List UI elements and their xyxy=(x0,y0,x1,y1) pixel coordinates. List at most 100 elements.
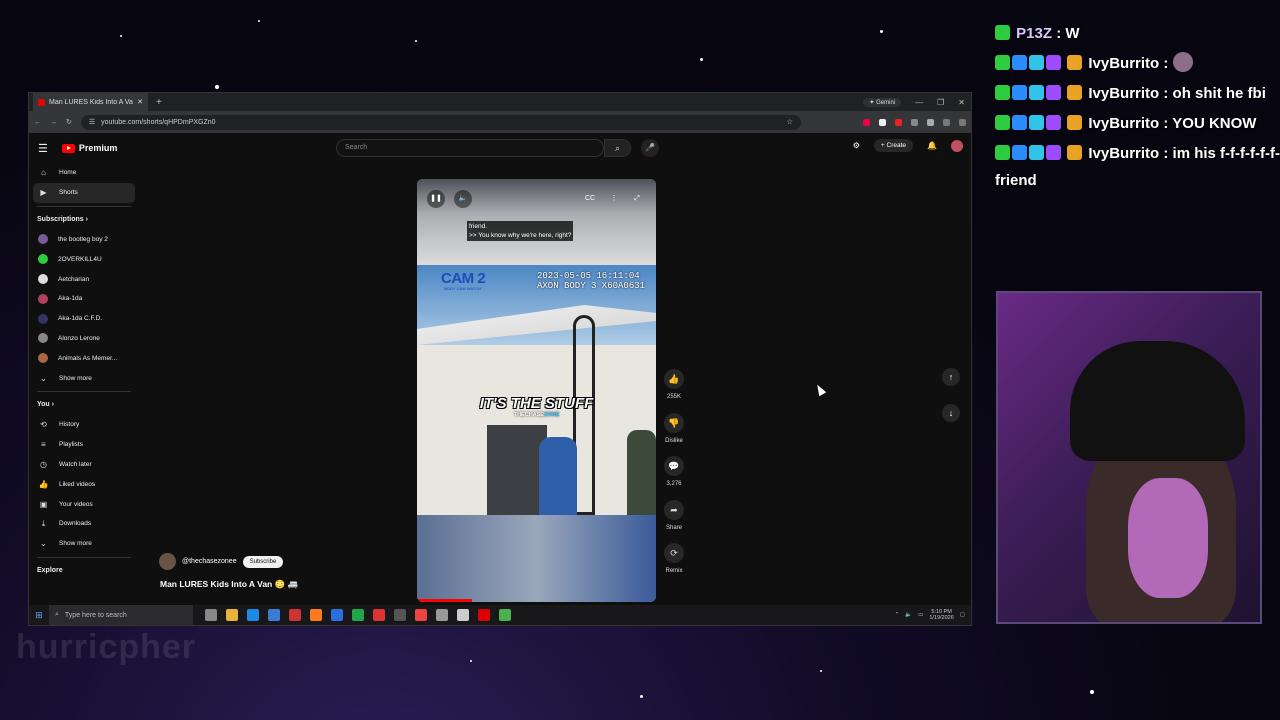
file-explorer-icon[interactable] xyxy=(226,609,238,621)
sidebar-item-watch-later[interactable]: ◷ Watch later xyxy=(29,455,139,475)
sidebar-item-label: Home xyxy=(59,169,77,177)
url-field[interactable]: ☰ youtube.com/shorts/qHPDmPXGZn0 ☆ xyxy=(80,114,801,130)
search-button[interactable]: ⌕ xyxy=(604,139,631,157)
extension-icon[interactable] xyxy=(863,118,870,126)
tray-chevron-icon[interactable]: ⌃ xyxy=(895,612,900,618)
channel-avatar[interactable] xyxy=(159,553,176,570)
badge-icon xyxy=(1029,55,1044,70)
sidebar-item-playlists[interactable]: ≡ Playlists xyxy=(29,435,139,455)
app-icon[interactable] xyxy=(457,609,469,621)
sidebar-item-home[interactable]: ⌂ Home xyxy=(29,163,139,183)
youtube-logo[interactable]: Premium xyxy=(61,143,117,153)
store-icon[interactable] xyxy=(268,609,280,621)
close-window-icon[interactable]: ✕ xyxy=(958,98,965,107)
previous-short-icon[interactable]: ↑ xyxy=(942,368,960,386)
subscription-item[interactable]: Alonzo Lerone xyxy=(29,329,139,349)
remix-icon[interactable]: ⟳ xyxy=(664,543,684,564)
you-title: You xyxy=(37,401,50,409)
captions-icon[interactable]: CC xyxy=(581,190,599,208)
hamburger-menu-icon[interactable]: ☰ xyxy=(38,142,48,155)
notification-center-icon[interactable]: ▢ xyxy=(960,612,965,618)
subscription-item[interactable]: Aka-1da xyxy=(29,289,139,309)
app-icon[interactable] xyxy=(478,609,490,621)
extension-icon[interactable] xyxy=(879,118,886,126)
tab-bar: Man LURES Kids Into A Van ✕ + ✦ Gemini —… xyxy=(29,93,971,111)
pause-icon[interactable]: ❚❚ xyxy=(427,190,445,208)
site-info-icon[interactable]: ☰ xyxy=(89,118,95,126)
subscriptions-header[interactable]: Subscriptions › xyxy=(29,210,139,230)
reload-icon[interactable]: ↻ xyxy=(66,118,72,126)
chrome-icon[interactable] xyxy=(499,609,511,621)
fullscreen-icon[interactable]: ⤢ xyxy=(628,190,646,208)
app-icon[interactable] xyxy=(289,609,301,621)
subscription-item[interactable]: Aetcharian xyxy=(29,269,139,289)
sidebar-item-downloads[interactable]: ⤓ Downloads xyxy=(29,514,139,534)
share-action[interactable]: ➦ Share xyxy=(663,499,685,544)
dislike-icon[interactable]: 👎 xyxy=(664,412,684,433)
stream-chat: P13Z : W IvyBurrito : IvyBurrito : oh sh… xyxy=(995,20,1280,197)
new-tab-icon[interactable]: + xyxy=(156,97,162,108)
channel-name[interactable]: @thechasezonee xyxy=(182,558,237,565)
like-icon[interactable]: 👍 xyxy=(664,369,684,389)
subscribe-button[interactable]: Subscribe xyxy=(242,555,284,568)
back-icon[interactable]: ← xyxy=(34,119,41,126)
sidebar-item-liked-videos[interactable]: 👍 Liked videos xyxy=(29,474,139,494)
subscription-label: Aka-1da xyxy=(58,295,83,303)
remix-action[interactable]: ⟳ Remix xyxy=(663,543,685,587)
app-icon[interactable] xyxy=(415,609,427,621)
taskbar-search-input[interactable]: ⌕ Type here to search xyxy=(49,605,193,625)
app-icon[interactable] xyxy=(331,609,343,621)
volume-tray-icon[interactable]: 🔈 xyxy=(905,612,912,618)
bookmark-star-icon[interactable]: ☆ xyxy=(787,118,793,126)
show-more-you[interactable]: ⌄ Show more xyxy=(29,534,139,554)
progress-bar[interactable] xyxy=(417,599,472,602)
windows-start-icon[interactable]: ⊞ xyxy=(29,610,49,621)
app-icon[interactable] xyxy=(373,609,385,621)
shorts-player[interactable]: ❚❚ 🔈 CC ⋮ ⤢ friend. >> You know why we'r… xyxy=(417,179,656,602)
voice-search-icon[interactable]: 🎤 xyxy=(641,139,659,157)
more-options-icon[interactable]: ⋮ xyxy=(605,190,623,208)
timestamp-line: 2023-05-05 16:11:04 xyxy=(537,271,640,281)
volume-icon[interactable]: 🔈 xyxy=(454,190,472,208)
extension-icon[interactable] xyxy=(927,118,934,126)
forward-icon[interactable]: → xyxy=(50,119,57,126)
subscription-item[interactable]: the bootleg boy 2 xyxy=(29,230,139,250)
notifications-bell-icon[interactable]: 🔔 xyxy=(927,141,937,150)
network-icon[interactable]: ▭ xyxy=(918,612,923,618)
clock[interactable]: 5:10 PM 1/19/2026 xyxy=(929,609,953,621)
profile-icon[interactable] xyxy=(943,118,950,126)
maximize-icon[interactable]: ❐ xyxy=(937,98,944,107)
dislike-action[interactable]: 👎 Dislike xyxy=(663,412,685,457)
share-icon[interactable]: ➦ xyxy=(664,499,684,520)
subscription-item[interactable]: Aka-1da C.F.D. xyxy=(29,309,139,329)
sidebar-item-shorts[interactable]: ▶ Shorts xyxy=(33,182,135,203)
show-more-subscriptions[interactable]: ⌄ Show more xyxy=(29,368,139,388)
avatar[interactable] xyxy=(951,139,963,152)
gemini-button[interactable]: ✦ Gemini xyxy=(863,97,902,107)
close-tab-icon[interactable]: ✕ xyxy=(137,98,143,106)
minimize-icon[interactable]: — xyxy=(915,98,923,107)
extension-icon[interactable] xyxy=(895,118,902,126)
menu-dots-icon[interactable] xyxy=(959,118,966,126)
sidebar-item-your-videos[interactable]: ▣ Your videos xyxy=(29,494,139,514)
browser-tab[interactable]: Man LURES Kids Into A Van ✕ xyxy=(33,93,148,111)
edge-icon[interactable] xyxy=(247,609,259,621)
like-action[interactable]: 👍 255K xyxy=(663,369,685,413)
you-header[interactable]: You › xyxy=(29,395,139,415)
dislike-label: Dislike xyxy=(665,437,683,444)
extension-icon[interactable] xyxy=(911,118,918,126)
app-icon[interactable] xyxy=(394,609,406,621)
subscription-item[interactable]: 2OVERKILL4U xyxy=(29,249,139,269)
app-icon[interactable] xyxy=(436,609,448,621)
sidebar-item-history[interactable]: ⟲ History xyxy=(29,415,139,435)
comment-icon[interactable]: 💬 xyxy=(664,456,684,477)
subscription-item[interactable]: Animals As Memer... xyxy=(29,348,139,368)
next-short-icon[interactable]: ↓ xyxy=(942,404,960,422)
search-input[interactable]: Search xyxy=(336,139,604,157)
firefox-icon[interactable] xyxy=(310,609,322,621)
app-icon[interactable] xyxy=(352,609,364,621)
cast-icon[interactable]: ⚙ xyxy=(853,141,860,150)
task-view-icon[interactable] xyxy=(205,609,217,621)
comment-action[interactable]: 💬 3,276 xyxy=(663,456,685,500)
create-button[interactable]: + Create xyxy=(873,139,914,152)
